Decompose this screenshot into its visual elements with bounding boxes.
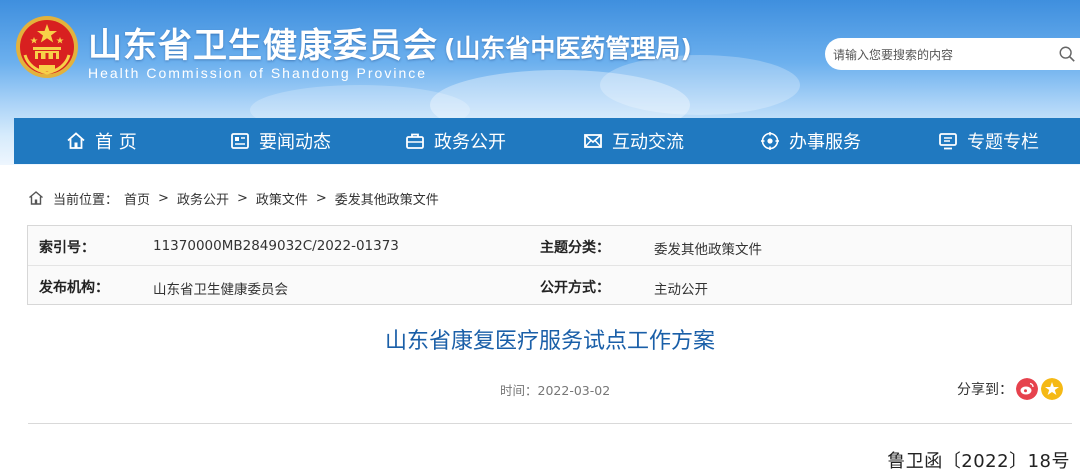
nav-label: 专题专栏 — [967, 132, 1039, 153]
nav-label: 首 页 — [95, 132, 137, 153]
share-bar: 分享到： — [957, 377, 1063, 401]
site-title-en: Health Commission of Shandong Province — [88, 65, 428, 81]
index-label: 索引号： — [39, 240, 95, 256]
briefcase-icon — [406, 133, 424, 149]
category-label: 主题分类： — [540, 240, 610, 256]
monitor-icon — [939, 133, 957, 150]
service-icon — [761, 132, 779, 150]
site-title-sub: (山东省中医药管理局) — [444, 34, 692, 63]
search-icon[interactable] — [1058, 45, 1076, 63]
nav-item-home[interactable]: 首 页 — [66, 118, 137, 164]
time-label: 时间： — [500, 383, 538, 398]
breadcrumb-prefix: 当前位置： — [53, 192, 119, 208]
site-title-main: 山东省卫生健康委员会 — [88, 26, 438, 66]
nav-item-special-topics[interactable]: 专题专栏 — [938, 118, 1039, 164]
nav-label: 互动交流 — [612, 132, 684, 153]
qzone-share-icon[interactable] — [1041, 378, 1063, 400]
breadcrumb-government-affairs[interactable]: 政务公开 — [177, 189, 229, 208]
share-label: 分享到： — [957, 382, 1013, 398]
weibo-share-icon[interactable] — [1016, 378, 1038, 400]
nav-item-news[interactable]: 要闻动态 — [230, 118, 331, 164]
nav-label: 办事服务 — [789, 132, 861, 153]
document-number: 鲁卫函〔2022〕18号 — [887, 451, 1070, 472]
info-row: 发布机构： 山东省卫生健康委员会 公开方式： 主动公开 — [28, 266, 1071, 305]
breadcrumb: 当前位置： 首页 > 政务公开 > 政策文件 > 委发其他政策文件 — [28, 189, 439, 208]
main-nav: 首 页 要闻动态 政务公开 互动交流 办事服务 专题专栏 — [14, 118, 1080, 164]
disclosure-label: 公开方式： — [540, 280, 610, 296]
index-value: 11370000MB2849032C/2022-01373 — [153, 238, 399, 254]
publish-time: 时间：2022-03-02 — [500, 380, 610, 399]
newspaper-icon — [231, 133, 249, 149]
home-icon — [67, 132, 85, 149]
nav-label: 政务公开 — [434, 132, 506, 153]
disclosure-value: 主动公开 — [654, 282, 708, 298]
search-input[interactable] — [831, 38, 1045, 72]
home-icon — [29, 191, 43, 205]
breadcrumb-other-policy-files[interactable]: 委发其他政策文件 — [335, 189, 439, 208]
publisher-value: 山东省卫生健康委员会 — [153, 282, 288, 298]
breadcrumb-home[interactable]: 首页 — [124, 189, 150, 208]
nav-item-government-affairs[interactable]: 政务公开 — [405, 118, 506, 164]
site-title[interactable]: 山东省卫生健康委员会 (山东省中医药管理局) — [88, 18, 692, 67]
nav-item-interaction[interactable]: 互动交流 — [583, 118, 684, 164]
breadcrumb-separator: > — [158, 190, 169, 206]
mail-icon — [584, 134, 602, 148]
document-info-table: 索引号： 11370000MB2849032C/2022-01373 主题分类：… — [27, 225, 1072, 305]
breadcrumb-separator: > — [315, 190, 327, 206]
national-emblem-icon[interactable] — [15, 15, 79, 79]
breadcrumb-separator: > — [236, 190, 248, 206]
nav-label: 要闻动态 — [259, 132, 331, 153]
nav-item-services[interactable]: 办事服务 — [760, 118, 861, 164]
content-divider — [28, 423, 1072, 424]
search-box — [825, 38, 1080, 72]
publisher-label: 发布机构： — [39, 280, 109, 296]
category-value: 委发其他政策文件 — [654, 242, 762, 258]
time-value: 2022-03-02 — [537, 383, 611, 398]
info-row: 索引号： 11370000MB2849032C/2022-01373 主题分类：… — [28, 226, 1071, 266]
document-title: 山东省康复医疗服务试点工作方案 — [384, 329, 715, 354]
breadcrumb-policy-files[interactable]: 政策文件 — [256, 189, 308, 208]
